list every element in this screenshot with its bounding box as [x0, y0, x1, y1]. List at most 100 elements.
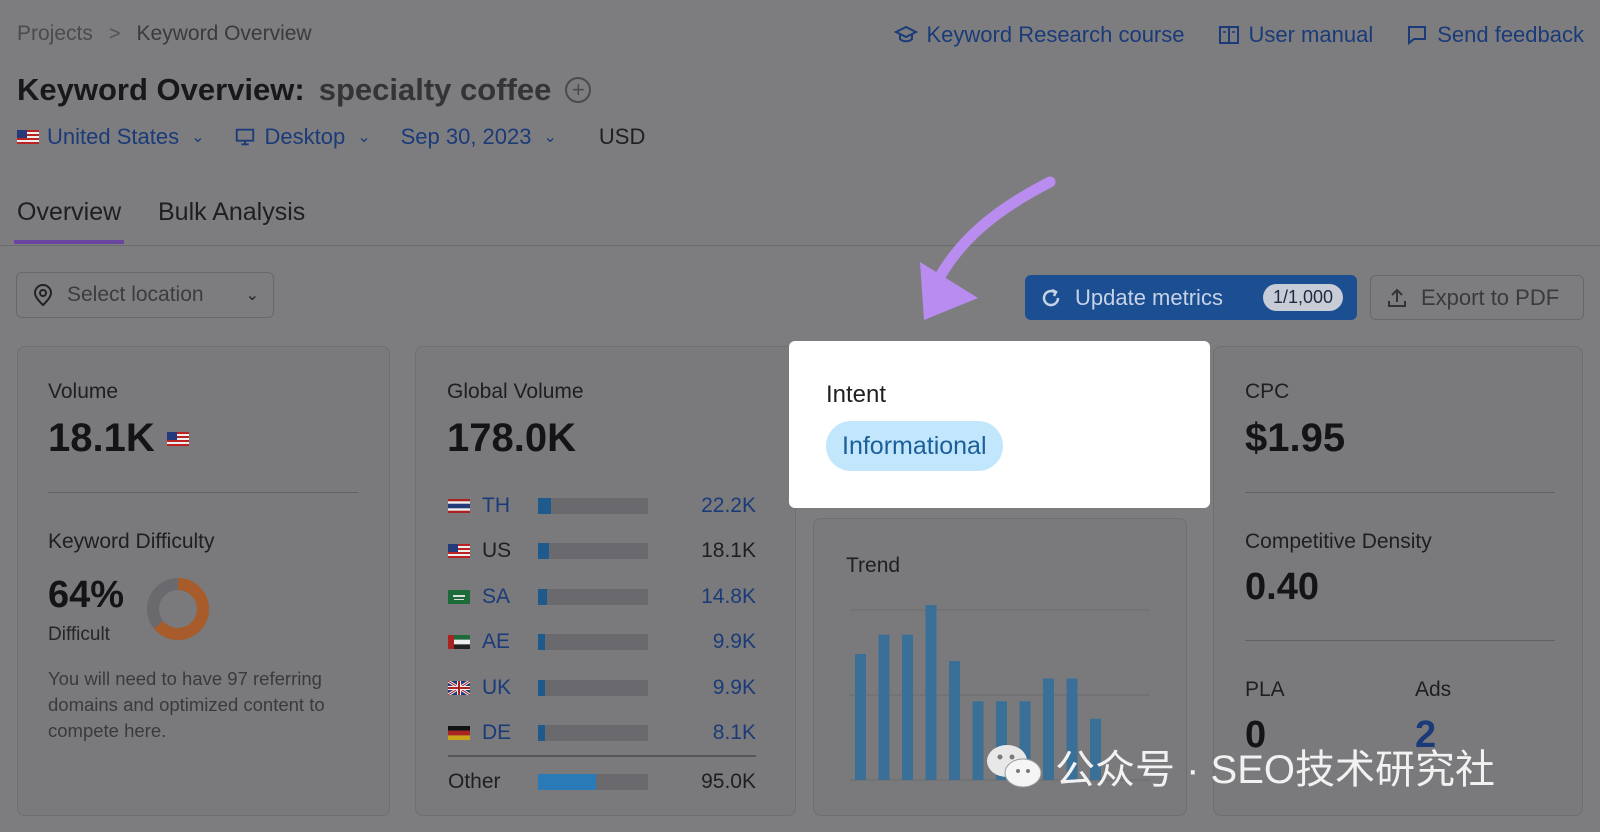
country-filter[interactable]: United States ⌄ — [17, 124, 204, 150]
other-share-bar-fill — [538, 774, 597, 790]
chevron-down-icon: ⌄ — [357, 129, 371, 146]
monitor-icon — [236, 128, 255, 146]
filter-bar: United States ⌄ Desktop ⌄ Sep 30, 2023 ⌄… — [17, 124, 645, 150]
breadcrumb-separator: > — [108, 22, 121, 45]
country-volume-value: 14.8K — [701, 584, 756, 608]
cd-divider — [1245, 640, 1555, 641]
location-select-placeholder: Select location — [67, 283, 204, 306]
device-filter[interactable]: Desktop ⌄ — [234, 124, 371, 150]
cpc-divider — [1245, 492, 1555, 493]
page-title-prefix: Keyword Overview: — [17, 72, 305, 107]
other-label: Other — [448, 770, 501, 793]
country-share-bar — [538, 588, 648, 605]
country-code: UK — [482, 675, 512, 699]
uae-flag-icon — [448, 635, 470, 650]
other-volume-value: 95.0K — [701, 770, 756, 793]
keyword-difficulty-note: You will need to have 97 referring domai… — [48, 668, 325, 741]
country-row-de[interactable]: DE 8.1K — [448, 711, 756, 757]
page-title: Keyword Overview: specialty coffee + — [17, 72, 592, 108]
tab-bar: Overview Bulk Analysis — [0, 190, 1600, 246]
country-row-ae[interactable]: AE 9.9K — [448, 620, 756, 666]
global-volume-value: 178.0K — [447, 416, 576, 460]
trend-bar — [902, 634, 913, 780]
country-share-bar-fill — [538, 634, 545, 651]
currency-value: USD — [598, 124, 646, 149]
country-code: SA — [482, 584, 511, 608]
trend-bar — [925, 605, 937, 780]
currency-label: USD — [599, 124, 645, 150]
keyword-difficulty-rating: Difficult — [48, 624, 110, 645]
user-manual-label: User manual — [1248, 22, 1374, 47]
book-icon — [1218, 26, 1239, 44]
country-row-us: US 18.1K — [448, 529, 756, 575]
country-code: TH — [482, 493, 510, 517]
country-code: AE — [482, 630, 511, 654]
tab-overview[interactable]: Overview — [13, 198, 125, 244]
country-filter-label: United States — [47, 124, 180, 149]
uk-flag-icon — [448, 680, 470, 695]
country-row-th[interactable]: TH 22.2K — [448, 483, 756, 529]
annotation-arrow-icon — [920, 176, 1056, 320]
export-to-pdf-button[interactable]: Export to PDF — [1370, 275, 1584, 320]
chevron-down-icon: ⌄ — [191, 129, 205, 146]
country-volume-list: TH 22.2K US 18.1K SA 14.8K AE 9.9K UK 9.… — [448, 483, 756, 756]
upload-icon — [1388, 288, 1406, 307]
date-filter-label: Sep 30, 2023 — [400, 124, 532, 149]
send-feedback-label: Send feedback — [1437, 22, 1584, 47]
other-countries-row: Other 95.0K — [448, 755, 756, 797]
intent-label: Intent — [826, 381, 887, 408]
us-flag-icon — [166, 431, 189, 446]
user-manual-link[interactable]: User manual — [1217, 22, 1374, 48]
other-share-bar — [538, 774, 648, 790]
country-share-bar-fill — [538, 725, 545, 742]
breadcrumb-projects-link[interactable]: Projects — [17, 22, 93, 46]
trend-label: Trend — [846, 554, 901, 577]
trend-bar — [855, 654, 866, 780]
keyword-research-course-link[interactable]: Keyword Research course — [894, 22, 1185, 48]
ads-label: Ads — [1415, 678, 1452, 701]
speech-bubble-icon — [1408, 26, 1427, 46]
add-keyword-plus-icon[interactable]: + — [565, 77, 592, 103]
update-metrics-label: Update metrics — [1075, 284, 1223, 310]
page-title-keyword: specialty coffee — [318, 72, 552, 107]
country-volume-value: 18.1K — [701, 539, 756, 563]
country-share-bar-fill — [538, 679, 545, 696]
pla-label: PLA — [1245, 678, 1285, 701]
wechat-watermark: 公众号 · SEO技术研究社 — [985, 737, 1495, 795]
graduation-cap-icon — [894, 25, 919, 43]
country-share-bar — [538, 725, 648, 742]
competitive-density-value: 0.40 — [1245, 566, 1319, 608]
volume-divider — [48, 492, 358, 493]
trend-bar — [972, 701, 984, 780]
country-share-bar — [538, 634, 648, 651]
location-select[interactable]: Select location ⌄ — [16, 272, 274, 318]
trend-bar — [878, 634, 890, 780]
country-share-bar — [538, 679, 648, 696]
keyword-research-course-label: Keyword Research course — [926, 22, 1185, 47]
thailand-flag-icon — [448, 498, 470, 513]
breadcrumb-current: Keyword Overview — [136, 22, 312, 45]
update-metrics-count-badge: 1/1,000 — [1262, 284, 1343, 311]
country-share-bar — [538, 543, 648, 560]
wechat-logo-icon — [987, 745, 1042, 788]
date-filter[interactable]: Sep 30, 2023 ⌄ — [401, 124, 557, 150]
export-to-pdf-label: Export to PDF — [1421, 284, 1560, 310]
top-links: Keyword Research course User manual Send… — [894, 22, 1584, 48]
watermark-text: 公众号 · SEO技术研究社 — [1055, 748, 1496, 792]
country-code: US — [482, 539, 512, 563]
chevron-down-icon: ⌄ — [245, 287, 259, 304]
intent-badge: Informational — [826, 421, 1003, 471]
country-row-uk[interactable]: UK 9.9K — [448, 665, 756, 711]
country-row-sa[interactable]: SA 14.8K — [448, 574, 756, 620]
country-volume-value: 9.9K — [712, 630, 756, 654]
keyword-difficulty-donut-chart — [147, 578, 209, 640]
country-share-bar-fill — [538, 588, 547, 605]
tab-bulk-analysis[interactable]: Bulk Analysis — [158, 198, 305, 227]
cpc-value: $1.95 — [1245, 416, 1346, 460]
update-metrics-button[interactable]: Update metrics 1/1,000 — [1025, 275, 1357, 320]
send-feedback-link[interactable]: Send feedback — [1405, 22, 1584, 48]
volume-value-row: 18.1K — [48, 416, 189, 461]
other-row-content: Other 95.0K — [448, 767, 756, 797]
country-volume-value: 9.9K — [712, 675, 756, 699]
country-code: DE — [482, 721, 512, 745]
